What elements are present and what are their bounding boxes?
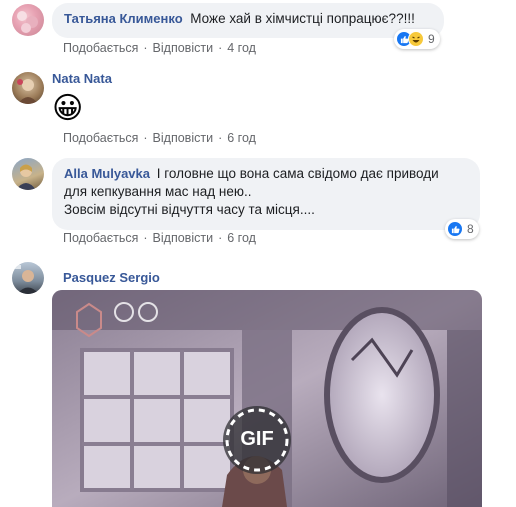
comment-text: І головне що вона сама свідомо дає приво… (156, 166, 439, 181)
reaction-summary[interactable]: 9 (394, 29, 440, 49)
timestamp[interactable]: 4 год (227, 41, 256, 55)
gif-badge[interactable]: GIF (225, 428, 289, 451)
reply-action[interactable]: Відповісти (153, 231, 214, 245)
reaction-summary[interactable]: 8 (445, 219, 479, 239)
timestamp[interactable]: 6 год (227, 231, 256, 245)
comment: Nata Nata 😀 Подобається · Відповісти · 6 год (0, 64, 516, 154)
comment-author[interactable]: Татьяна Клименко (64, 11, 183, 26)
emoji-sticker: 😀 (52, 92, 84, 125)
comment-author[interactable]: Pasquez Sergio (63, 270, 160, 285)
comment-actions: Подобається · Відповісти · 6 год (63, 231, 256, 245)
avatar[interactable] (12, 4, 44, 36)
gif-preview-image (52, 290, 482, 507)
avatar[interactable] (12, 262, 44, 294)
comment-actions: Подобається · Відповісти · 4 год (63, 41, 256, 55)
separator: · (143, 231, 148, 245)
comment-text: для кепкування мас над нею.. (64, 184, 252, 199)
separator: · (143, 41, 148, 55)
like-action[interactable]: Подобається (63, 41, 138, 55)
separator: · (218, 131, 223, 145)
comment-bubble: Татьяна Клименко Може хай в хімчистці по… (52, 3, 444, 38)
comment-bubble: Alla Mulyavka І головне що вона сама сві… (52, 158, 480, 230)
comment-line: Alla Mulyavka І головне що вона сама сві… (64, 165, 468, 183)
separator: · (218, 231, 223, 245)
comment-author[interactable]: Nata Nata (52, 71, 112, 86)
comment: Pasquez Sergio GIF (0, 258, 516, 507)
reaction-count: 9 (428, 32, 435, 46)
comment-author[interactable]: Alla Mulyavka (64, 166, 150, 181)
avatar[interactable] (12, 158, 44, 190)
separator: · (218, 41, 223, 55)
like-action[interactable]: Подобається (63, 231, 138, 245)
like-icon (447, 221, 463, 237)
comment-actions: Подобається · Відповісти · 6 год (63, 131, 256, 145)
reply-action[interactable]: Відповісти (153, 131, 214, 145)
comment-text: Може хай в хімчистці попрацює??!!! (190, 11, 415, 26)
haha-icon (408, 31, 424, 47)
reaction-count: 8 (467, 222, 474, 236)
reply-action[interactable]: Відповісти (153, 41, 214, 55)
separator: · (143, 131, 148, 145)
comment-text: Зовсім відсутні відчуття часу та місця..… (64, 202, 315, 217)
gif-attachment[interactable]: GIF (52, 290, 482, 507)
timestamp[interactable]: 6 год (227, 131, 256, 145)
comment: Татьяна Клименко Може хай в хімчистці по… (0, 0, 516, 60)
comment: Alla Mulyavka І головне що вона сама сві… (0, 156, 516, 252)
like-action[interactable]: Подобається (63, 131, 138, 145)
avatar[interactable] (12, 72, 44, 104)
